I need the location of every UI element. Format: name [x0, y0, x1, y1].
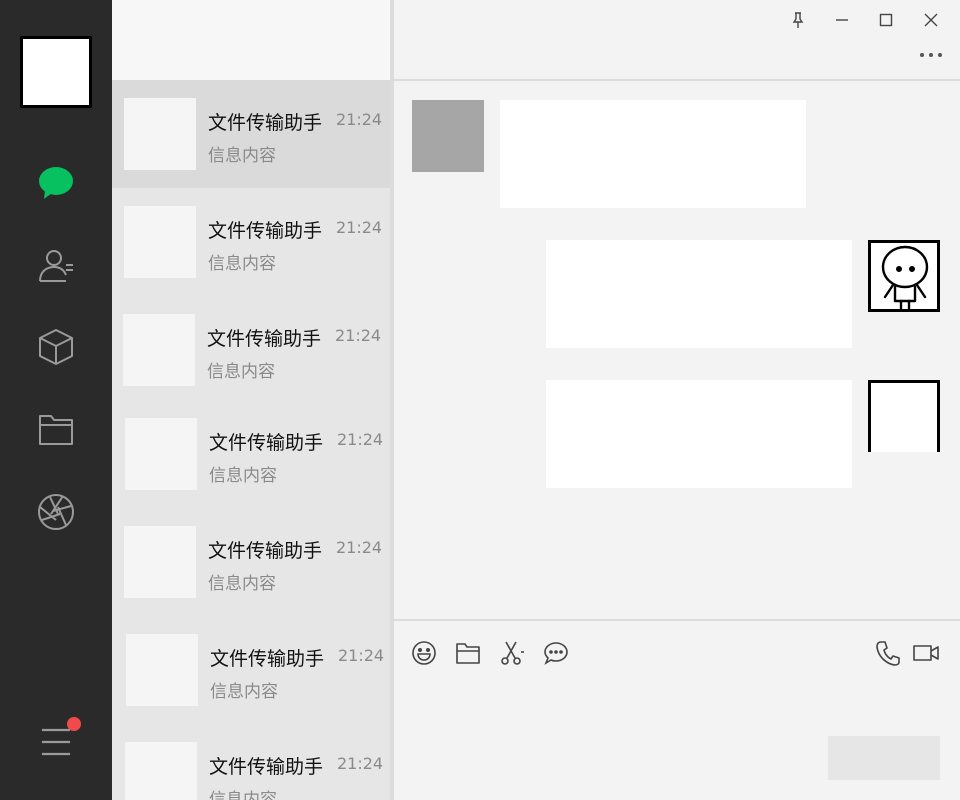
- contact-avatar[interactable]: [412, 100, 484, 172]
- chat-history-icon[interactable]: [543, 640, 569, 666]
- session-name: 文件传输助手: [208, 112, 323, 134]
- chat-panel: [394, 0, 960, 800]
- folder-icon[interactable]: [36, 410, 76, 450]
- unread-badge: [67, 717, 81, 731]
- emoji-icon[interactable]: [411, 640, 437, 666]
- session-time: 21:24: [338, 646, 385, 665]
- outgoing-message-bubble: [546, 240, 852, 348]
- minimize-icon[interactable]: [830, 8, 854, 32]
- video-call-icon[interactable]: [913, 640, 939, 666]
- more-icon[interactable]: [918, 46, 944, 62]
- incoming-message-bubble: [500, 100, 806, 208]
- session-avatar: [125, 742, 197, 800]
- session-item[interactable]: 文件传输助手 21:24 信息内容: [112, 188, 390, 296]
- send-button[interactable]: [828, 736, 940, 780]
- session-avatar: [124, 98, 196, 170]
- session-time: 21:24: [336, 110, 383, 129]
- session-preview: 信息内容: [208, 254, 276, 274]
- session-avatar: [124, 526, 196, 598]
- header-divider: [394, 79, 960, 81]
- user-avatar[interactable]: [20, 36, 92, 108]
- session-avatar: [123, 314, 195, 386]
- session-item[interactable]: 文件传输助手 21:24 信息内容: [112, 80, 390, 188]
- session-time: 21:24: [335, 326, 382, 345]
- file-icon[interactable]: [455, 640, 481, 666]
- session-list: 文件传输助手 21:24 信息内容 文件传输助手 21:24 信息内容 文件传输…: [112, 0, 390, 800]
- voice-call-icon[interactable]: [875, 640, 901, 666]
- session-name: 文件传输助手: [207, 328, 322, 350]
- session-name: 文件传输助手: [208, 540, 323, 562]
- session-item[interactable]: 文件传输助手 21:24 信息内容: [112, 508, 390, 616]
- session-name: 文件传输助手: [209, 432, 324, 454]
- session-preview: 信息内容: [207, 362, 275, 382]
- session-avatar: [126, 634, 198, 706]
- session-preview: 信息内容: [210, 682, 278, 702]
- session-name: 文件传输助手: [209, 756, 324, 778]
- session-item[interactable]: 文件传输助手 21:24 信息内容: [112, 616, 390, 724]
- session-item[interactable]: 文件传输助手 21:24 信息内容: [112, 400, 390, 508]
- favorites-box-icon[interactable]: [36, 327, 76, 367]
- session-time: 21:24: [336, 218, 383, 237]
- screenshot-scissors-icon[interactable]: [499, 640, 525, 666]
- outgoing-message-bubble: [546, 380, 852, 488]
- close-icon[interactable]: [919, 8, 943, 32]
- session-name: 文件传输助手: [208, 220, 323, 242]
- session-time: 21:24: [337, 754, 384, 773]
- contacts-icon[interactable]: [36, 245, 76, 285]
- my-avatar[interactable]: [868, 380, 940, 452]
- session-item[interactable]: 文件传输助手 21:24 信息内容: [112, 724, 390, 800]
- chat-icon[interactable]: [36, 162, 76, 202]
- composer-divider: [394, 619, 960, 621]
- maximize-icon[interactable]: [874, 8, 898, 32]
- left-nav: [0, 0, 112, 800]
- moments-aperture-icon[interactable]: [36, 492, 76, 532]
- pin-icon[interactable]: [786, 8, 810, 32]
- session-avatar: [125, 418, 197, 490]
- my-avatar[interactable]: [868, 240, 940, 312]
- search-area: [112, 0, 390, 80]
- session-time: 21:24: [337, 430, 384, 449]
- session-item[interactable]: 文件传输助手 21:24 信息内容: [112, 296, 390, 404]
- session-preview: 信息内容: [209, 466, 277, 486]
- session-preview: 信息内容: [209, 790, 277, 800]
- session-name: 文件传输助手: [210, 648, 325, 670]
- session-preview: 信息内容: [208, 574, 276, 594]
- session-time: 21:24: [336, 538, 383, 557]
- session-avatar: [124, 206, 196, 278]
- session-preview: 信息内容: [208, 146, 276, 166]
